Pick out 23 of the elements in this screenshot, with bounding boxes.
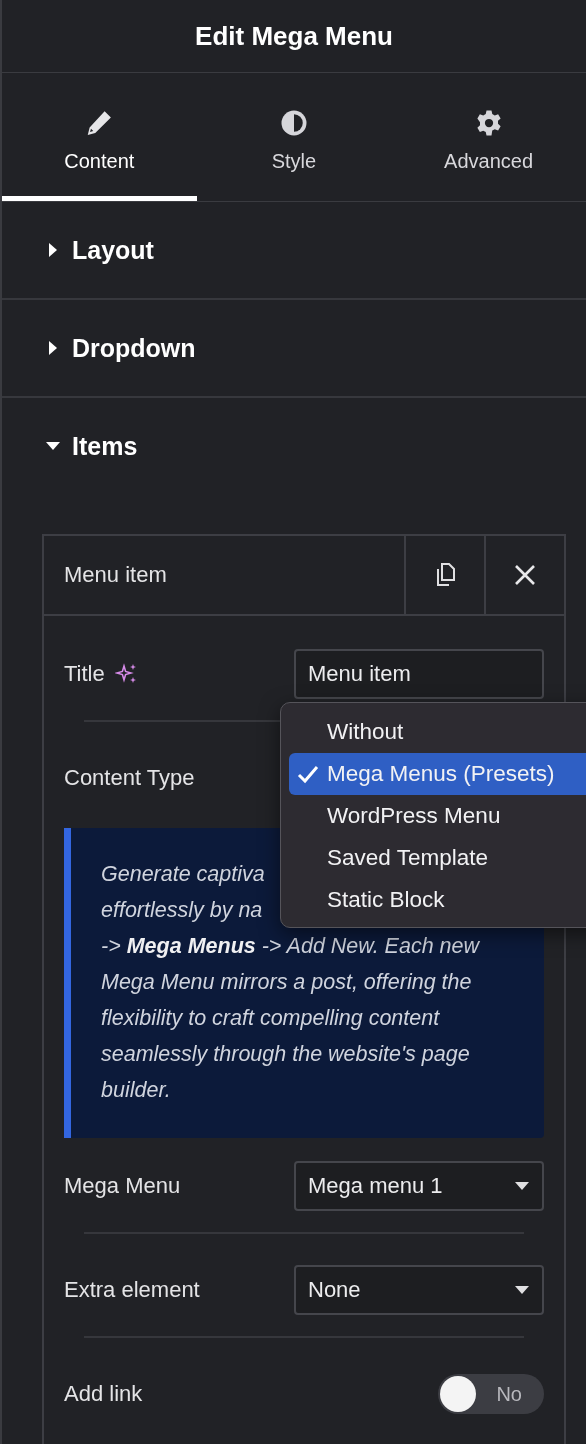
title-input[interactable]: Menu item: [294, 649, 544, 699]
menu-option[interactable]: Without: [289, 711, 586, 753]
field-label: Mega Menu: [64, 1173, 181, 1199]
caret-icon: [514, 1181, 530, 1191]
close-icon: [514, 564, 536, 586]
select-field[interactable]: None: [294, 1265, 544, 1315]
field-label: Extra element: [64, 1277, 200, 1303]
tab[interactable]: Advanced: [391, 73, 586, 201]
field-label: Title: [64, 661, 105, 687]
tab[interactable]: Style: [196, 73, 392, 201]
select-field[interactable]: Mega menu 1: [294, 1161, 544, 1211]
toggle-switch[interactable]: No: [438, 1374, 544, 1414]
field-label: Add link: [64, 1381, 143, 1407]
menu-option[interactable]: Mega Menus (Presets): [289, 753, 586, 795]
section-header[interactable]: Items: [2, 398, 586, 494]
section-header[interactable]: Dropdown: [2, 300, 586, 396]
check-icon: [297, 764, 319, 784]
tab[interactable]: Content: [2, 73, 197, 201]
section-header[interactable]: Layout: [2, 202, 586, 298]
caret-icon: [514, 1285, 530, 1295]
panel-title: Edit Mega Menu: [195, 20, 393, 52]
field-label: Content Type: [64, 765, 195, 791]
item-title[interactable]: Menu item: [44, 536, 404, 614]
